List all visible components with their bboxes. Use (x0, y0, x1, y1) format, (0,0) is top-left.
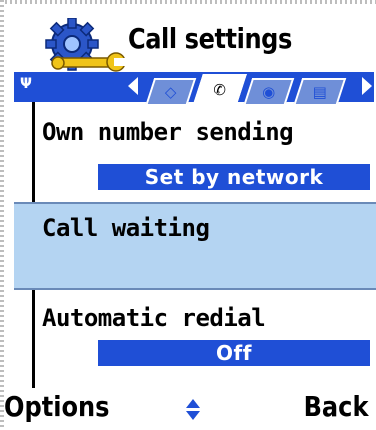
setting-label: Call waiting (42, 214, 210, 242)
scroll-down-arrow-icon (186, 411, 200, 420)
scroll-up-arrow-icon (186, 399, 200, 408)
tab-device-data[interactable]: ▤ (293, 78, 347, 104)
options-softkey[interactable]: Options (4, 390, 109, 423)
setting-automatic-redial[interactable]: Automatic redial Off (14, 290, 376, 388)
tab-right-arrow-icon[interactable] (362, 77, 372, 95)
signal-antenna-icon: Ψ (20, 76, 32, 92)
softkey-bar: Options Back (0, 388, 376, 430)
page-title: Call settings (128, 22, 292, 55)
setting-value: Off (98, 340, 370, 366)
settings-gear-wrench-icon (45, 18, 126, 72)
setting-call-waiting[interactable]: Call waiting (14, 202, 376, 290)
tab-call[interactable]: ✆ (193, 74, 247, 104)
settings-list: Own number sending Set by network Call w… (14, 102, 376, 388)
tab-network[interactable]: ◉ (243, 78, 295, 104)
setting-label: Automatic redial (42, 304, 266, 332)
setting-label: Own number sending (42, 118, 294, 146)
network-globe-icon: ◉ (262, 83, 276, 101)
setting-own-number-sending[interactable]: Own number sending Set by network (14, 102, 376, 202)
back-softkey[interactable]: Back (303, 390, 368, 423)
tab-left-arrow-icon[interactable] (128, 77, 138, 95)
call-handset-icon: ✆ (213, 81, 226, 99)
tab-bar: Ψ ◇ ✆ ◉ ▤ (14, 72, 374, 104)
phone-screen: Call settings Ψ ◇ ✆ ◉ ▤ Own number sendi… (0, 0, 376, 430)
device-data-icon: ▤ (312, 83, 327, 101)
tab-phone-settings[interactable]: ◇ (145, 78, 197, 104)
scroll-indicator-icon (186, 399, 202, 421)
setting-value: Set by network (98, 164, 370, 190)
phone-settings-icon: ◇ (164, 83, 177, 101)
